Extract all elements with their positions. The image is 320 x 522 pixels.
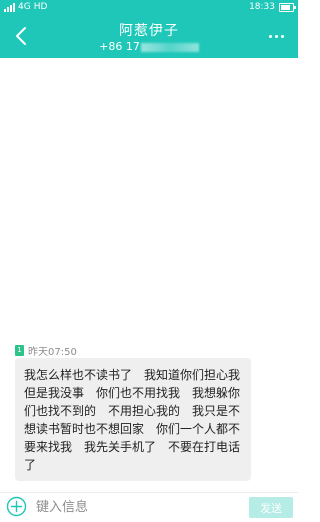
send-button[interactable]: 发送 bbox=[249, 497, 293, 518]
add-attachment-button[interactable] bbox=[6, 496, 27, 517]
more-dot bbox=[274, 34, 278, 38]
message-timestamp: 昨天07:50 bbox=[28, 347, 77, 358]
hd-label: HD bbox=[33, 2, 48, 12]
more-options-button[interactable] bbox=[266, 29, 286, 43]
contact-name: 阿惹伊子 bbox=[119, 23, 179, 39]
conversation-header: 阿惹伊子 +86 17 bbox=[0, 16, 298, 58]
contact-phone: +86 17 bbox=[0, 40, 298, 53]
status-left: 4G HD bbox=[4, 2, 47, 12]
phone-redaction bbox=[140, 42, 199, 52]
status-time: 18:33 bbox=[249, 2, 275, 12]
message-meta: 1 昨天07:50 bbox=[15, 343, 77, 358]
more-dot bbox=[280, 34, 284, 38]
battery-icon bbox=[279, 2, 296, 12]
composer-bar: 发送 bbox=[0, 492, 298, 522]
status-bar: 4G HD 18:33 bbox=[0, 0, 298, 16]
network-type: 4G bbox=[18, 2, 31, 12]
received-message-bubble[interactable]: 我怎么样也不读书了 我知道你们担心我 但是我没事 你们也不用找我 我想躲你们也找… bbox=[15, 358, 251, 481]
signal-icon bbox=[4, 2, 15, 12]
battery-fill bbox=[281, 4, 290, 10]
plus-circle-icon bbox=[6, 496, 27, 517]
top-bar: 4G HD 18:33 阿惹伊子 +86 17 bbox=[0, 0, 298, 58]
message-input[interactable] bbox=[36, 498, 236, 516]
phone-prefix: +86 17 bbox=[99, 40, 140, 53]
status-right: 18:33 bbox=[249, 2, 296, 12]
more-dot bbox=[268, 34, 272, 38]
sim-1-icon: 1 bbox=[15, 345, 24, 356]
